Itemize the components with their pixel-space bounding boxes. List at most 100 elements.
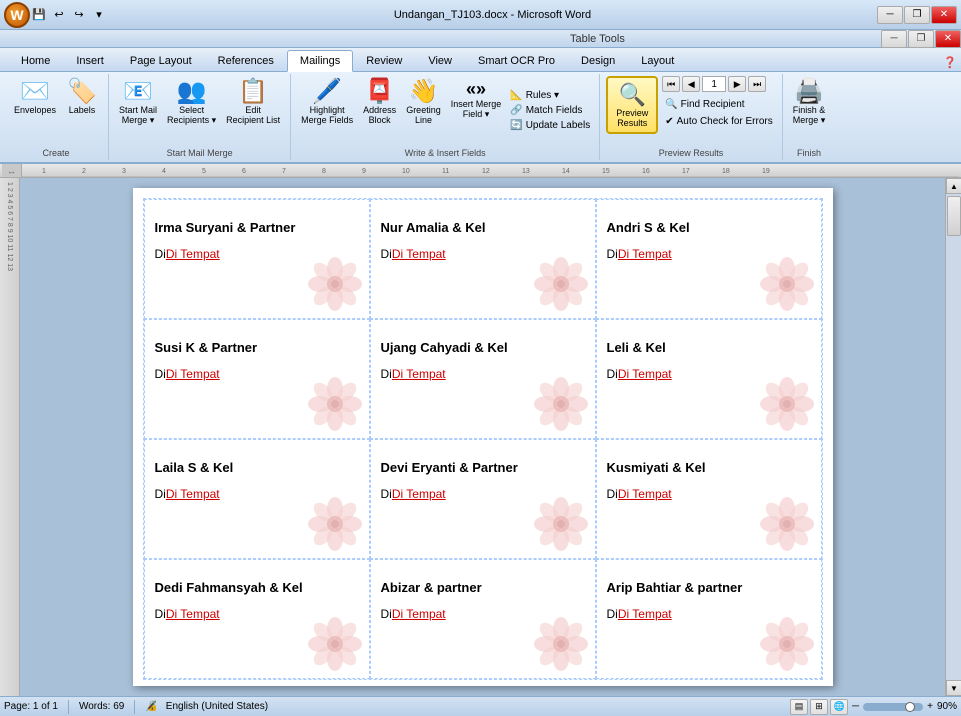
label-tempat-text: Di Tempat bbox=[618, 487, 672, 501]
word-minimize[interactable]: ─ bbox=[881, 30, 907, 48]
label-name: Arip Bahtiar & partner bbox=[607, 580, 743, 595]
create-buttons: ✉️ Envelopes 🏷️ Labels bbox=[10, 76, 102, 146]
decorative-flower bbox=[305, 614, 365, 674]
label-tempat-text: Di Tempat bbox=[618, 247, 672, 261]
word-restore[interactable]: ❐ bbox=[908, 30, 934, 48]
finish-merge-button[interactable]: 🖨️ Finish &Merge ▾ bbox=[789, 78, 830, 128]
customize-button[interactable]: ▾ bbox=[90, 6, 108, 24]
tab-layout[interactable]: Layout bbox=[628, 49, 687, 71]
minimize-button[interactable]: ─ bbox=[877, 6, 903, 24]
document-area: Irma Suryani & PartnerDi Di Tempat Nur A… bbox=[20, 178, 945, 696]
label-name: Laila S & Kel bbox=[155, 460, 234, 475]
svg-text:3: 3 bbox=[122, 168, 126, 175]
ribbon-group-preview-results: 🔍 PreviewResults ⏮ ◀ ▶ ⏭ 🔍 Find Recipien… bbox=[600, 74, 783, 160]
write-insert-label: Write & Insert Fields bbox=[405, 146, 486, 158]
window-controls: ─ ❐ ✕ bbox=[877, 6, 957, 24]
label-di-text: Di bbox=[381, 607, 392, 621]
svg-text:13: 13 bbox=[522, 168, 530, 175]
update-labels-button[interactable]: 🔄 Update Labels bbox=[507, 119, 593, 132]
label-name: Susi K & Partner bbox=[155, 340, 258, 355]
scroll-thumb[interactable] bbox=[947, 196, 961, 236]
label-address: Di Di Tempat bbox=[381, 607, 446, 621]
decorative-flower bbox=[531, 494, 591, 554]
zoom-in-button[interactable]: + bbox=[927, 701, 933, 712]
vertical-ruler: 1 2 3 4 5 6 7 8 9 10 11 12 13 bbox=[0, 178, 20, 696]
save-button[interactable]: 💾 bbox=[30, 6, 48, 24]
match-fields-button[interactable]: 🔗 Match Fields bbox=[507, 104, 593, 117]
label-name: Leli & Kel bbox=[607, 340, 666, 355]
tab-design[interactable]: Design bbox=[568, 49, 628, 71]
redo-button[interactable]: ↪ bbox=[70, 6, 88, 24]
envelopes-button[interactable]: ✉️ Envelopes bbox=[10, 78, 60, 117]
zoom-slider[interactable] bbox=[863, 703, 923, 711]
prev-record-button[interactable]: ◀ bbox=[682, 76, 700, 92]
first-record-button[interactable]: ⏮ bbox=[662, 76, 680, 92]
svg-text:1: 1 bbox=[42, 168, 46, 175]
label-cell: Laila S & KelDi Di Tempat bbox=[144, 439, 370, 559]
word-close[interactable]: ✕ bbox=[935, 30, 961, 48]
tab-smart-ocr[interactable]: Smart OCR Pro bbox=[465, 49, 568, 71]
label-di-text: Di bbox=[155, 607, 166, 621]
tab-review[interactable]: Review bbox=[353, 49, 415, 71]
help-button[interactable]: ❓ bbox=[939, 54, 961, 71]
preview-results-icon: 🔍 bbox=[619, 82, 646, 108]
web-layout-button[interactable]: 🌐 bbox=[830, 699, 848, 715]
start-mail-merge-label: Start Mail Merge bbox=[167, 146, 233, 158]
print-layout-button[interactable]: ▤ bbox=[790, 699, 808, 715]
svg-text:19: 19 bbox=[762, 168, 770, 175]
tab-insert[interactable]: Insert bbox=[63, 49, 117, 71]
start-mail-merge-button[interactable]: 📧 Start MailMerge ▾ bbox=[115, 78, 161, 128]
tab-references[interactable]: References bbox=[205, 49, 287, 71]
preview-results-button[interactable]: 🔍 PreviewResults bbox=[606, 76, 658, 134]
highlight-merge-fields-icon: 🖊️ bbox=[312, 80, 342, 104]
rules-icon: 📐 bbox=[510, 90, 522, 101]
scroll-up-button[interactable]: ▲ bbox=[946, 178, 961, 194]
status-sep-2 bbox=[134, 700, 135, 714]
undo-button[interactable]: ↩ bbox=[50, 6, 68, 24]
rules-button[interactable]: 📐 Rules ▾ bbox=[507, 89, 593, 102]
decorative-flower bbox=[531, 614, 591, 674]
envelopes-icon: ✉️ bbox=[20, 80, 50, 104]
greeting-line-button[interactable]: 👋 GreetingLine bbox=[402, 78, 445, 127]
select-recipients-button[interactable]: 👥 SelectRecipients ▾ bbox=[163, 78, 220, 128]
restore-button[interactable]: ❐ bbox=[904, 6, 930, 24]
view-buttons: ▤ ⊞ 🌐 bbox=[790, 699, 848, 715]
svg-text:10: 10 bbox=[402, 168, 410, 175]
record-number-input[interactable] bbox=[702, 76, 726, 92]
tab-view[interactable]: View bbox=[415, 49, 465, 71]
office-button[interactable]: W bbox=[4, 2, 30, 28]
status-sep-1 bbox=[68, 700, 69, 714]
tab-mailings[interactable]: Mailings bbox=[287, 50, 353, 72]
label-di-text: Di bbox=[381, 487, 392, 501]
label-name: Andri S & Kel bbox=[607, 220, 690, 235]
table-tools-bar: Table Tools ─ ❐ ✕ bbox=[0, 30, 961, 48]
tab-home[interactable]: Home bbox=[8, 49, 63, 71]
labels-button[interactable]: 🏷️ Labels bbox=[62, 78, 102, 117]
vertical-scrollbar[interactable]: ▲ ▼ bbox=[945, 178, 961, 696]
label-cell: Leli & KelDi Di Tempat bbox=[596, 319, 822, 439]
next-record-button[interactable]: ▶ bbox=[728, 76, 746, 92]
start-mail-merge-icon: 📧 bbox=[123, 80, 153, 104]
scroll-down-button[interactable]: ▼ bbox=[946, 680, 961, 696]
zoom-thumb[interactable] bbox=[905, 702, 915, 712]
highlight-merge-fields-button[interactable]: 🖊️ HighlightMerge Fields bbox=[297, 78, 357, 127]
label-cell: Ujang Cahyadi & KelDi Di Tempat bbox=[370, 319, 596, 439]
auto-check-errors-button[interactable]: ✔ Auto Check for Errors bbox=[662, 115, 776, 128]
label-tempat-text: Di Tempat bbox=[392, 367, 446, 381]
table-tools-label: Table Tools bbox=[570, 33, 625, 45]
zoom-out-button[interactable]: ─ bbox=[852, 701, 859, 712]
find-recipient-button[interactable]: 🔍 Find Recipient bbox=[662, 98, 776, 111]
edit-recipient-list-button[interactable]: 📋 EditRecipient List bbox=[222, 78, 284, 127]
close-button[interactable]: ✕ bbox=[931, 6, 957, 24]
start-mail-merge-buttons: 📧 Start MailMerge ▾ 👥 SelectRecipients ▾… bbox=[115, 76, 284, 146]
ribbon-group-finish: 🖨️ Finish &Merge ▾ Finish bbox=[783, 74, 836, 160]
labels-icon: 🏷️ bbox=[67, 80, 97, 104]
address-block-button[interactable]: 📮 AddressBlock bbox=[359, 78, 400, 127]
tab-page-layout[interactable]: Page Layout bbox=[117, 49, 205, 71]
label-tempat-text: Di Tempat bbox=[392, 487, 446, 501]
full-screen-button[interactable]: ⊞ bbox=[810, 699, 828, 715]
label-name: Devi Eryanti & Partner bbox=[381, 460, 518, 475]
scroll-track[interactable] bbox=[946, 194, 961, 680]
insert-merge-field-button[interactable]: «» Insert MergeField ▾ bbox=[447, 78, 506, 122]
last-record-button[interactable]: ⏭ bbox=[748, 76, 766, 92]
